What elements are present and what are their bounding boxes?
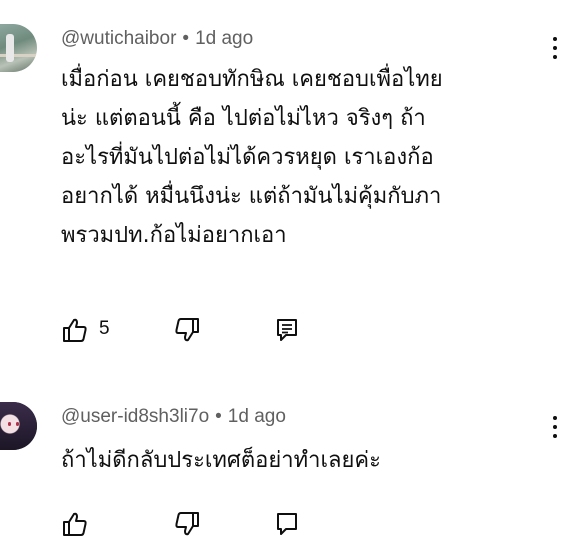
comment-line: อะไรที่มันไปต่อไม่ได้ควรหยุด เราเองก้อ bbox=[61, 145, 434, 170]
thumbs-up-icon[interactable] bbox=[61, 510, 89, 538]
reply-comment-icon[interactable] bbox=[273, 510, 301, 538]
comment-text: เมื่อก่อน เคยชอบทักษิณ เคยชอบเพื่อไทย น่… bbox=[61, 60, 531, 255]
like-count: 5 bbox=[99, 318, 110, 339]
thumbs-down-icon[interactable] bbox=[173, 316, 201, 344]
author-name[interactable]: @user-id8sh3li7o bbox=[61, 406, 209, 427]
comment-meta: @user-id8sh3li7o • 1d ago bbox=[61, 406, 286, 428]
more-vertical-icon[interactable] bbox=[549, 416, 561, 442]
more-vertical-icon[interactable] bbox=[549, 37, 561, 63]
avatar[interactable] bbox=[0, 402, 37, 450]
meta-separator: • bbox=[182, 28, 190, 49]
comment-text: ถ้าไม่ดีกลับประเทศต็อย่าทำเลยค่ะ bbox=[61, 441, 531, 480]
thumbs-up-icon[interactable] bbox=[61, 316, 89, 344]
comment-line: ถ้าไม่ดีกลับประเทศต็อย่าทำเลยค่ะ bbox=[61, 448, 381, 473]
comment-actions: 5 bbox=[61, 316, 361, 346]
author-name[interactable]: @wutichaibor bbox=[61, 28, 176, 49]
comment-line: น่ะ แต่ตอนนี้ คือ ไปต่อไม่ไหว จริงๆ ถ้า bbox=[61, 106, 426, 131]
avatar[interactable] bbox=[0, 24, 37, 72]
thumbs-down-icon[interactable] bbox=[173, 510, 201, 538]
comment-time[interactable]: 1d ago bbox=[228, 406, 286, 427]
comment-line: เมื่อก่อน เคยชอบทักษิณ เคยชอบเพื่อไทย bbox=[61, 67, 443, 92]
comment-line: พรวมปท.ก้อไม่อยากเอา bbox=[61, 223, 287, 248]
meta-separator: • bbox=[215, 406, 222, 427]
comment-time[interactable]: 1d ago bbox=[195, 28, 253, 49]
comment-line: อยากได้ หมื่นนึงน่ะ แต่ถ้ามันไม่คุ้มกับภ… bbox=[61, 184, 442, 209]
reply-comment-icon[interactable] bbox=[273, 316, 301, 344]
comment-meta: @wutichaibor • 1d ago bbox=[61, 28, 253, 50]
